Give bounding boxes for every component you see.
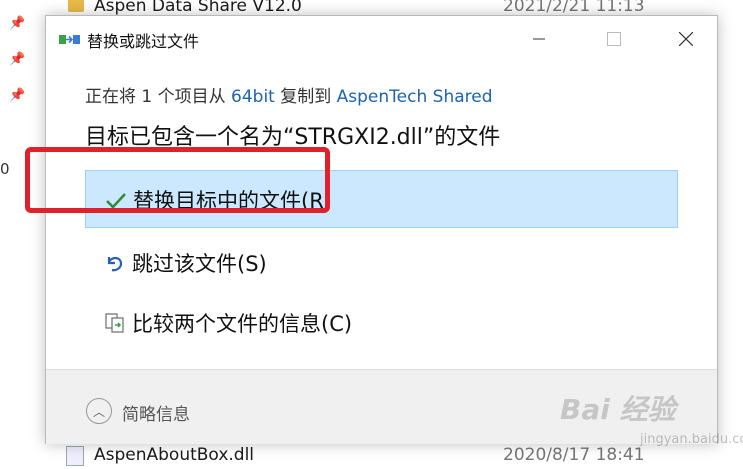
file-date: 2021/2/21 11:13 xyxy=(503,0,645,16)
maximize-button[interactable] xyxy=(591,16,637,62)
pin-icon[interactable]: 📌 xyxy=(9,88,25,103)
skip-file-option[interactable]: 跳过该文件(S) xyxy=(85,234,678,292)
destination-folder-link[interactable]: AspenTech Shared xyxy=(337,87,493,107)
minimize-button[interactable] xyxy=(516,16,562,62)
chevron-up-icon[interactable]: ︿ xyxy=(86,398,112,424)
file-transfer-icon xyxy=(59,35,80,44)
maximize-icon xyxy=(607,32,621,46)
watermark-url: jingyan.baidu.com xyxy=(640,432,743,447)
compare-files-option[interactable]: 比较两个文件的信息(C) xyxy=(85,294,678,352)
file-name: Aspen Data Share V12.0 xyxy=(94,0,302,16)
dialog-title: 替换或跳过文件 xyxy=(87,32,200,51)
copy-prefix: 正在将 1 个项目从 xyxy=(85,87,232,107)
title-bar[interactable]: 替换或跳过文件 xyxy=(46,16,717,62)
close-button[interactable] xyxy=(663,16,709,62)
file-name: AspenAboutBox.dll xyxy=(94,445,255,465)
fewer-details-link[interactable]: 简略信息 xyxy=(122,400,190,425)
skip-file-label: 跳过该文件(S) xyxy=(132,252,267,276)
file-date: 2020/8/17 18:41 xyxy=(503,445,645,465)
folder-icon xyxy=(68,0,84,12)
pin-icon[interactable]: 📌 xyxy=(9,16,25,31)
navigation-pane: 📌 📌 📌 0 xyxy=(0,0,40,469)
highlight-annotation xyxy=(25,147,330,213)
file-row[interactable]: AspenAboutBox.dll 2020/8/17 18:41 xyxy=(60,445,743,467)
compare-files-icon xyxy=(105,313,124,333)
compare-files-label: 比较两个文件的信息(C) xyxy=(132,312,353,336)
pin-icon[interactable]: 📌 xyxy=(9,52,25,67)
watermark: Bai 经验 xyxy=(560,393,676,426)
copy-progress-text: 正在将 1 个项目从 64bit 复制到 AspenTech Shared xyxy=(85,82,493,107)
replace-or-skip-dialog: 替换或跳过文件 正在将 1 个项目从 64bit 复制到 AspenTech S… xyxy=(45,15,718,444)
source-folder-link[interactable]: 64bit xyxy=(231,87,275,107)
undo-arrow-icon xyxy=(107,256,123,272)
copy-middle: 复制到 xyxy=(274,87,337,107)
edge-text: 0 xyxy=(0,160,10,178)
minimize-icon xyxy=(533,38,545,40)
dll-file-icon xyxy=(66,446,84,466)
close-icon xyxy=(679,32,693,46)
